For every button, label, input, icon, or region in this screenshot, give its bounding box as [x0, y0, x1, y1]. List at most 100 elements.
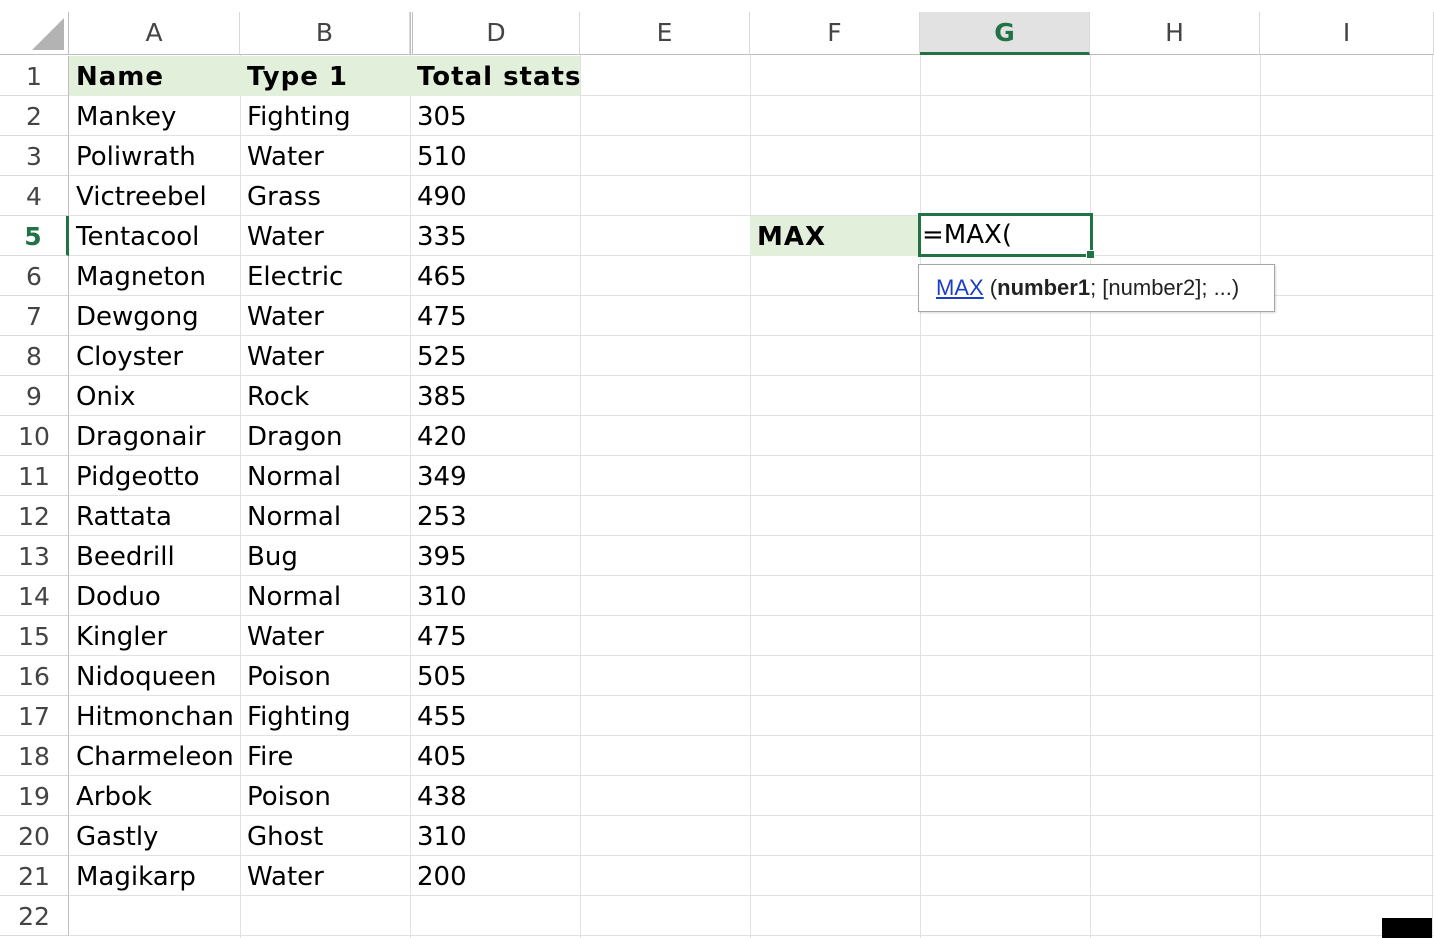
cell-d16[interactable]: 505 [410, 656, 580, 696]
row-header-1[interactable]: 1 [0, 56, 69, 96]
cell-a6[interactable]: Magneton [69, 256, 240, 296]
cell-b21[interactable]: Water [240, 856, 410, 896]
tooltip-args-rest: ; [number2]; ...) [1090, 275, 1240, 300]
row-header-13[interactable]: 13 [0, 536, 69, 576]
cell-a1-header-name[interactable]: Name [69, 56, 240, 96]
cell-a16[interactable]: Nidoqueen [69, 656, 240, 696]
cell-b5[interactable]: Water [240, 216, 410, 256]
select-all-button[interactable] [0, 12, 69, 55]
column-header-e[interactable]: E [580, 12, 750, 55]
row-header-9[interactable]: 9 [0, 376, 69, 416]
cell-b6[interactable]: Electric [240, 256, 410, 296]
cell-d12[interactable]: 253 [410, 496, 580, 536]
cell-d20[interactable]: 310 [410, 816, 580, 856]
cell-a3[interactable]: Poliwrath [69, 136, 240, 176]
row-header-16[interactable]: 16 [0, 656, 69, 696]
cell-b17[interactable]: Fighting [240, 696, 410, 736]
row-header-18[interactable]: 18 [0, 736, 69, 776]
cell-a15[interactable]: Kingler [69, 616, 240, 656]
cell-d11[interactable]: 349 [410, 456, 580, 496]
cell-d4[interactable]: 490 [410, 176, 580, 216]
row-header-4[interactable]: 4 [0, 176, 69, 216]
row-header-11[interactable]: 11 [0, 456, 69, 496]
cell-a11[interactable]: Pidgeotto [69, 456, 240, 496]
cell-b1-header-type[interactable]: Type 1 [240, 56, 410, 96]
column-header-i[interactable]: I [1260, 12, 1434, 55]
cell-b14[interactable]: Normal [240, 576, 410, 616]
cell-b11[interactable]: Normal [240, 456, 410, 496]
cell-b8[interactable]: Water [240, 336, 410, 376]
row-header-19[interactable]: 19 [0, 776, 69, 816]
cell-a2[interactable]: Mankey [69, 96, 240, 136]
row-header-20[interactable]: 20 [0, 816, 69, 856]
row-header-5[interactable]: 5 [0, 216, 69, 256]
cell-f5-max-label[interactable]: MAX [750, 216, 920, 256]
cell-a14[interactable]: Doduo [69, 576, 240, 616]
function-help-link[interactable]: MAX [936, 275, 984, 300]
cell-b2[interactable]: Fighting [240, 96, 410, 136]
cell-b10[interactable]: Dragon [240, 416, 410, 456]
column-header-d[interactable]: D [410, 12, 580, 55]
cell-a18[interactable]: Charmeleon [69, 736, 240, 776]
cell-a5[interactable]: Tentacool [69, 216, 240, 256]
formula-text: =MAX( [922, 220, 1012, 250]
cell-b16[interactable]: Poison [240, 656, 410, 696]
row-header-21[interactable]: 21 [0, 856, 69, 896]
row-header-6[interactable]: 6 [0, 256, 69, 296]
column-header-h[interactable]: H [1090, 12, 1260, 55]
cell-a8[interactable]: Cloyster [69, 336, 240, 376]
active-cell-g5[interactable]: =MAX( [918, 213, 1095, 259]
cell-d17[interactable]: 455 [410, 696, 580, 736]
column-header-a[interactable]: A [69, 12, 240, 55]
row-header-10[interactable]: 10 [0, 416, 69, 456]
cell-a9[interactable]: Onix [69, 376, 240, 416]
row-header-7[interactable]: 7 [0, 296, 69, 336]
cell-d13[interactable]: 395 [410, 536, 580, 576]
cell-b13[interactable]: Bug [240, 536, 410, 576]
row-header-12[interactable]: 12 [0, 496, 69, 536]
cell-a7[interactable]: Dewgong [69, 296, 240, 336]
cell-d18[interactable]: 405 [410, 736, 580, 776]
cell-b4[interactable]: Grass [240, 176, 410, 216]
column-header-g[interactable]: G [920, 12, 1090, 55]
cell-d6[interactable]: 465 [410, 256, 580, 296]
fill-handle[interactable] [1086, 250, 1095, 259]
row-header-15[interactable]: 15 [0, 616, 69, 656]
cell-b15[interactable]: Water [240, 616, 410, 656]
cell-b20[interactable]: Ghost [240, 816, 410, 856]
row-header-2[interactable]: 2 [0, 96, 69, 136]
column-header-b[interactable]: B [240, 12, 410, 55]
row-header-22[interactable]: 22 [0, 896, 69, 936]
cell-d1-header-total[interactable]: Total stats [410, 56, 580, 96]
cell-a10[interactable]: Dragonair [69, 416, 240, 456]
cell-d15[interactable]: 475 [410, 616, 580, 656]
cell-d19[interactable]: 438 [410, 776, 580, 816]
cell-a21[interactable]: Magikarp [69, 856, 240, 896]
row-header-8[interactable]: 8 [0, 336, 69, 376]
cell-b12[interactable]: Normal [240, 496, 410, 536]
column-header-f[interactable]: F [750, 12, 920, 55]
cell-b3[interactable]: Water [240, 136, 410, 176]
cell-a19[interactable]: Arbok [69, 776, 240, 816]
cell-d8[interactable]: 525 [410, 336, 580, 376]
cell-a12[interactable]: Rattata [69, 496, 240, 536]
cell-d14[interactable]: 310 [410, 576, 580, 616]
row-header-3[interactable]: 3 [0, 136, 69, 176]
cell-d5[interactable]: 335 [410, 216, 580, 256]
cell-b7[interactable]: Water [240, 296, 410, 336]
cell-d7[interactable]: 475 [410, 296, 580, 336]
cell-b18[interactable]: Fire [240, 736, 410, 776]
cell-b9[interactable]: Rock [240, 376, 410, 416]
cell-d9[interactable]: 385 [410, 376, 580, 416]
cell-a13[interactable]: Beedrill [69, 536, 240, 576]
row-header-14[interactable]: 14 [0, 576, 69, 616]
cell-d10[interactable]: 420 [410, 416, 580, 456]
row-header-17[interactable]: 17 [0, 696, 69, 736]
cell-b19[interactable]: Poison [240, 776, 410, 816]
cell-d3[interactable]: 510 [410, 136, 580, 176]
cell-a17[interactable]: Hitmonchan [69, 696, 240, 736]
cell-d2[interactable]: 305 [410, 96, 580, 136]
cell-a4[interactable]: Victreebel [69, 176, 240, 216]
cell-a20[interactable]: Gastly [69, 816, 240, 856]
cell-d21[interactable]: 200 [410, 856, 580, 896]
